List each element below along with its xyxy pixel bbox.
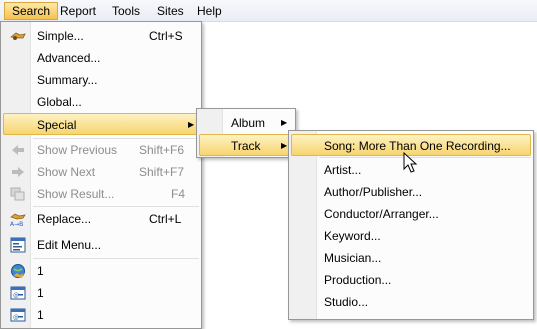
special-submenu: Album ▶ Track ▶ — [196, 108, 296, 158]
separator — [33, 258, 199, 259]
mouse-cursor-icon — [403, 152, 418, 173]
menu-bar: Search Report Tools Sites Help — [0, 0, 537, 22]
right-arrow-icon — [12, 167, 24, 177]
menu-item-global[interactable]: Global... — [3, 91, 199, 113]
menu-item-musician[interactable]: Musician... — [291, 247, 531, 269]
menu-item-keyword[interactable]: Keyword... — [291, 225, 531, 247]
menu-item-recent-3[interactable]: @ 1 — [3, 304, 199, 326]
menu-item-advanced[interactable]: Advanced... — [3, 47, 199, 69]
menu-item-track[interactable]: Track ▶ — [199, 134, 293, 156]
menu-report[interactable]: Report — [53, 2, 103, 20]
submenu-arrow-icon: ▶ — [188, 120, 195, 129]
menu-item-summary[interactable]: Summary... — [3, 69, 199, 91]
menu-item-show-previous[interactable]: Show Previous Shift+F6 — [3, 139, 199, 161]
svg-text:A→B: A→B — [10, 221, 23, 227]
left-arrow-icon — [12, 145, 24, 155]
menu-item-album[interactable]: Album ▶ — [199, 112, 293, 134]
menu-item-conductor-arranger[interactable]: Conductor/Arranger... — [291, 203, 531, 225]
menu-tools[interactable]: Tools — [105, 2, 147, 20]
menu-item-replace[interactable]: A→B Replace... Ctrl+L — [3, 208, 199, 230]
menu-item-show-next[interactable]: Show Next Shift+F7 — [3, 161, 199, 183]
menu-search[interactable]: Search — [4, 2, 59, 20]
menu-item-recent-1[interactable]: 1 — [3, 260, 199, 282]
menu-help[interactable]: Help — [190, 2, 229, 20]
menu-item-special[interactable]: Special ▶ — [3, 113, 199, 135]
separator — [33, 206, 199, 207]
menu-item-simple[interactable]: Simple... Ctrl+S — [3, 25, 199, 47]
menu-sites[interactable]: Sites — [150, 2, 191, 20]
search-menu: Simple... Ctrl+S Advanced... Summary... … — [0, 21, 202, 329]
window-search-icon: @ — [10, 286, 26, 300]
replace-ab-icon: A→B — [10, 213, 26, 227]
submenu-arrow-icon: ▶ — [281, 141, 288, 150]
edit-menu-icon — [10, 237, 26, 253]
menu-item-studio[interactable]: Studio... — [291, 291, 531, 313]
binoculars-icon — [10, 32, 26, 40]
menu-item-production[interactable]: Production... — [291, 269, 531, 291]
separator — [319, 157, 531, 158]
menu-item-edit-menu[interactable]: Edit Menu... — [3, 234, 199, 256]
menu-item-author-publisher[interactable]: Author/Publisher... — [291, 181, 531, 203]
globe-search-icon — [11, 264, 25, 278]
windows-icon — [10, 187, 25, 201]
window-search-icon: @ — [10, 308, 26, 322]
menu-item-recent-2[interactable]: @ 1 — [3, 282, 199, 304]
submenu-arrow-icon: ▶ — [281, 118, 288, 127]
menu-item-show-result[interactable]: Show Result... F4 — [3, 183, 199, 205]
